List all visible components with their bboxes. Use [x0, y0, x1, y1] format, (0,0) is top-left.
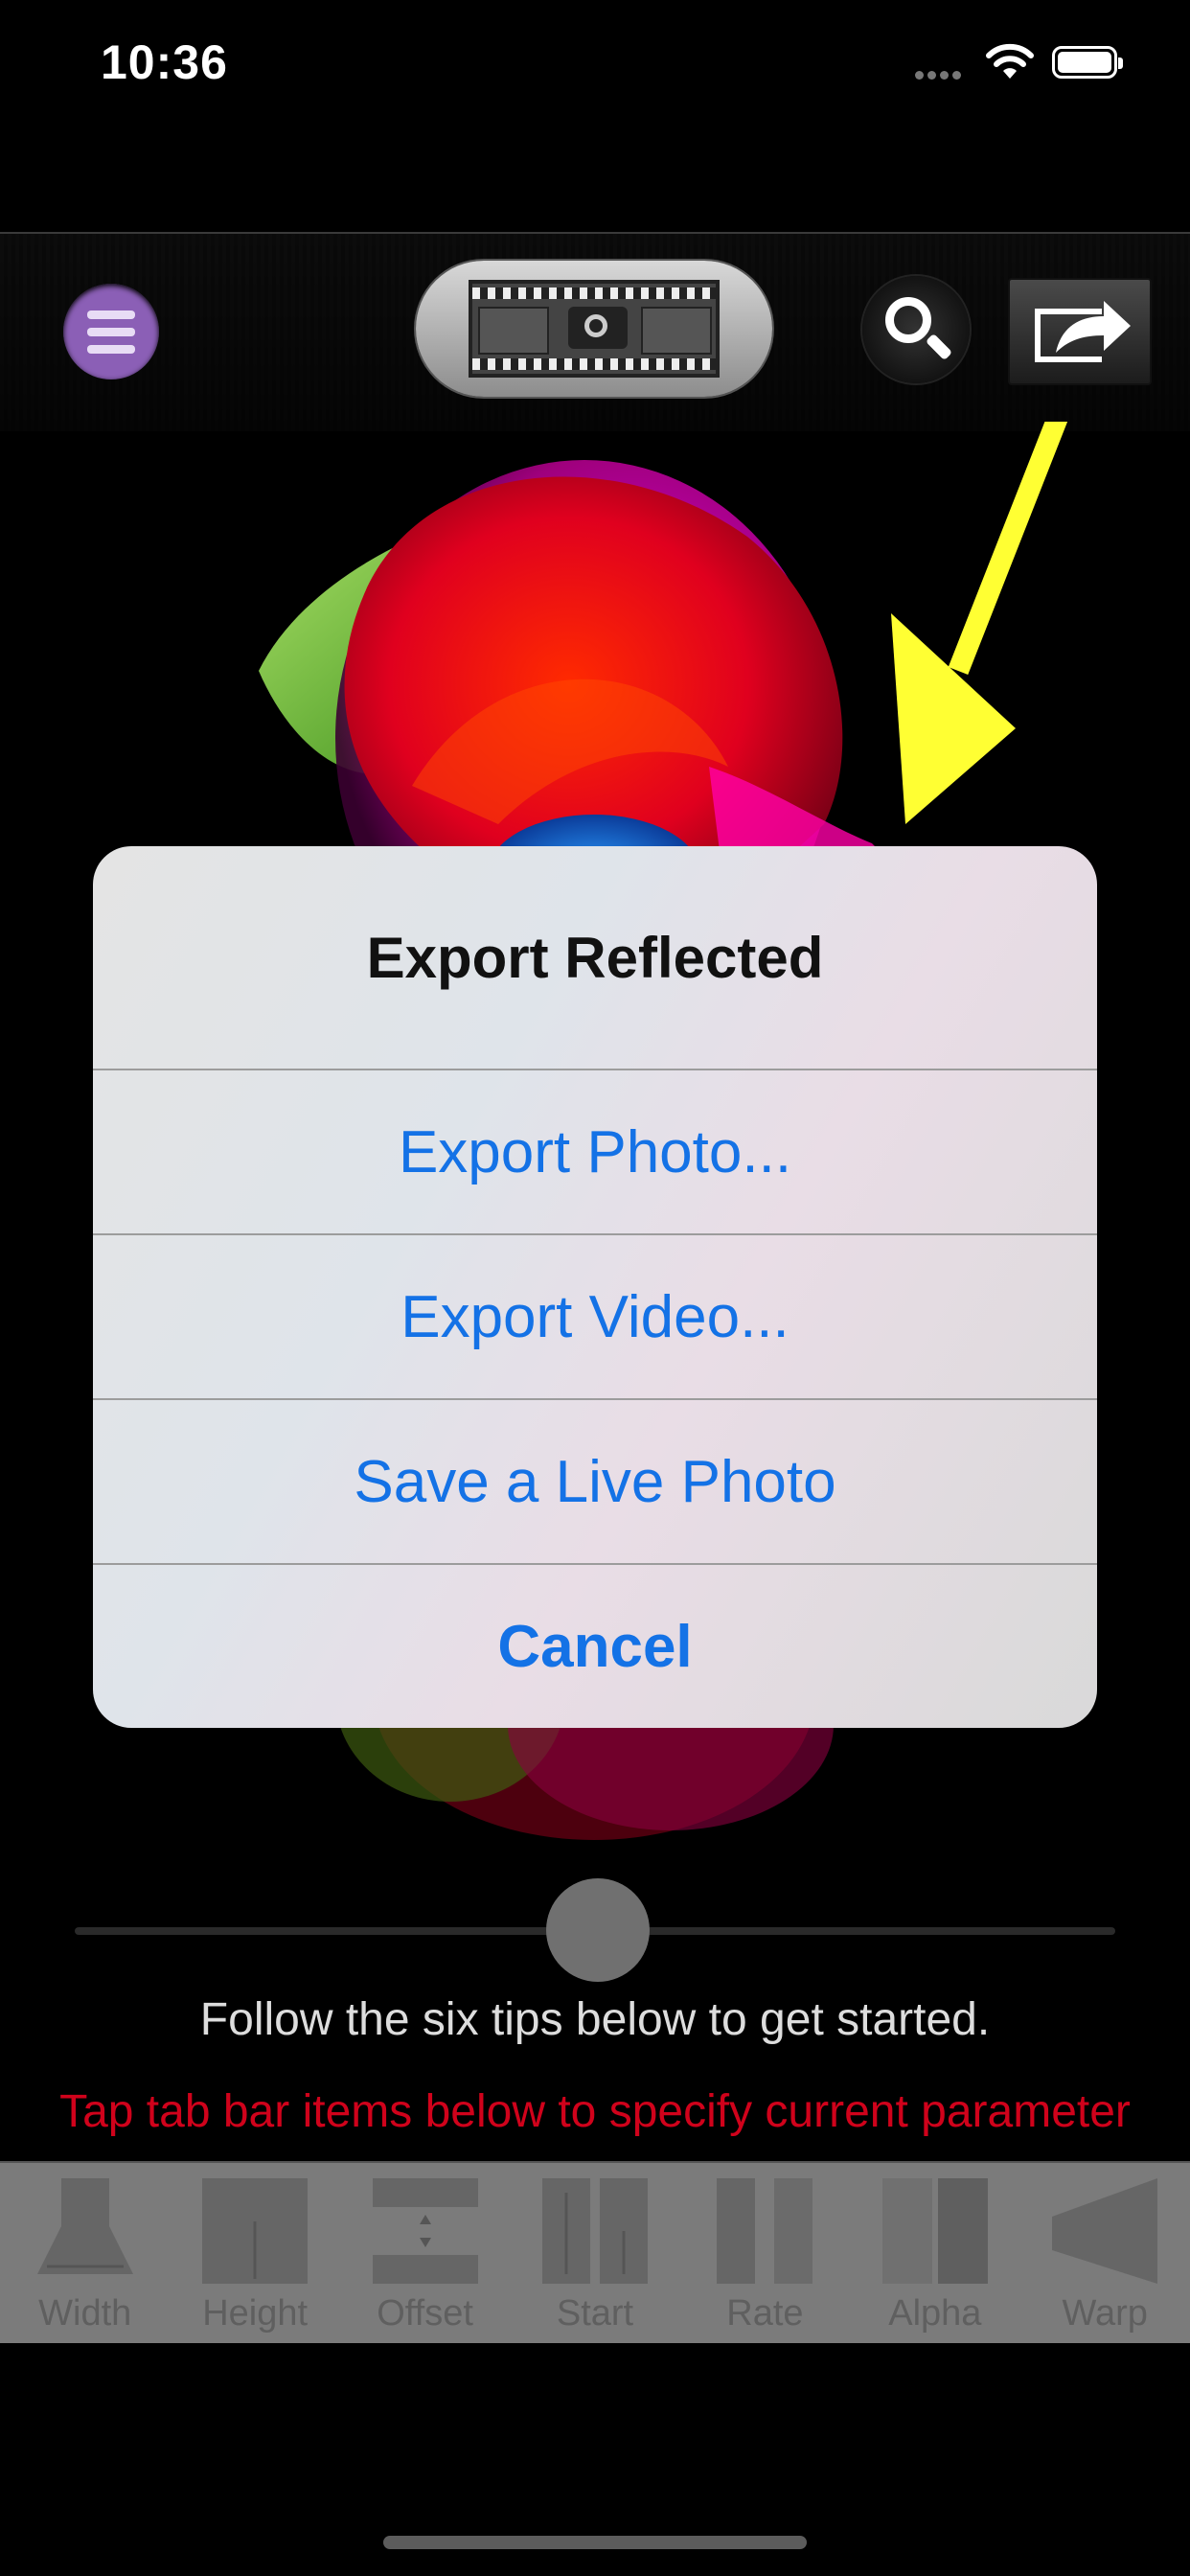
status-bar: 10:36 — [0, 0, 1190, 134]
save-live-photo-button[interactable]: Save a Live Photo — [93, 1398, 1097, 1563]
top-toolbar — [0, 232, 1190, 431]
slider-thumb[interactable] — [546, 1878, 650, 1982]
alpha-icon — [881, 2178, 988, 2284]
rate-icon — [717, 2178, 813, 2284]
parameter-slider[interactable] — [75, 1878, 1115, 1984]
tab-warp[interactable]: Warp — [1020, 2163, 1190, 2343]
cellular-signal-icon — [915, 67, 965, 84]
offset-icon — [372, 2178, 478, 2284]
tab-start[interactable]: Start — [510, 2163, 679, 2343]
export-photo-button[interactable]: Export Photo... — [93, 1069, 1097, 1233]
share-icon[interactable] — [1008, 278, 1152, 385]
cancel-button[interactable]: Cancel — [93, 1563, 1097, 1728]
warp-icon — [1052, 2178, 1158, 2284]
tab-rate[interactable]: Rate — [680, 2163, 850, 2343]
tab-rate-label: Rate — [726, 2293, 804, 2334]
start-icon — [541, 2178, 648, 2284]
parameter-tab-bar: Width Height Offset Start Rate Alpha War… — [0, 2161, 1190, 2343]
tab-alpha[interactable]: Alpha — [850, 2163, 1019, 2343]
tab-height-label: Height — [202, 2293, 309, 2334]
hamburger-icon[interactable] — [63, 284, 159, 380]
tab-start-label: Start — [556, 2293, 634, 2334]
height-icon — [202, 2178, 309, 2284]
tab-warp-label: Warp — [1062, 2293, 1148, 2334]
search-icon[interactable] — [862, 276, 970, 383]
tab-offset[interactable]: Offset — [340, 2163, 510, 2343]
camera-mode-toggle[interactable] — [416, 261, 772, 397]
tab-width-label: Width — [38, 2293, 132, 2334]
tab-width[interactable]: Width — [0, 2163, 170, 2343]
battery-icon — [1052, 46, 1123, 79]
wifi-icon — [986, 43, 1034, 79]
tab-alpha-label: Alpha — [888, 2293, 982, 2334]
tips-message: Follow the six tips below to get started… — [199, 1994, 991, 2045]
tab-height[interactable]: Height — [170, 2163, 339, 2343]
width-icon — [36, 2178, 133, 2274]
export-video-button[interactable]: Export Video... — [93, 1233, 1097, 1398]
home-indicator[interactable] — [383, 2536, 807, 2549]
tab-instruction-message: Tap tab bar items below to specify curre… — [59, 2086, 1131, 2137]
alert-title: Export Reflected — [366, 925, 824, 990]
camera-film-icon — [469, 280, 720, 378]
export-alert-dialog: Export Reflected Export Photo... Export … — [93, 846, 1097, 1728]
tab-offset-label: Offset — [377, 2293, 473, 2334]
status-time: 10:36 — [101, 35, 228, 89]
